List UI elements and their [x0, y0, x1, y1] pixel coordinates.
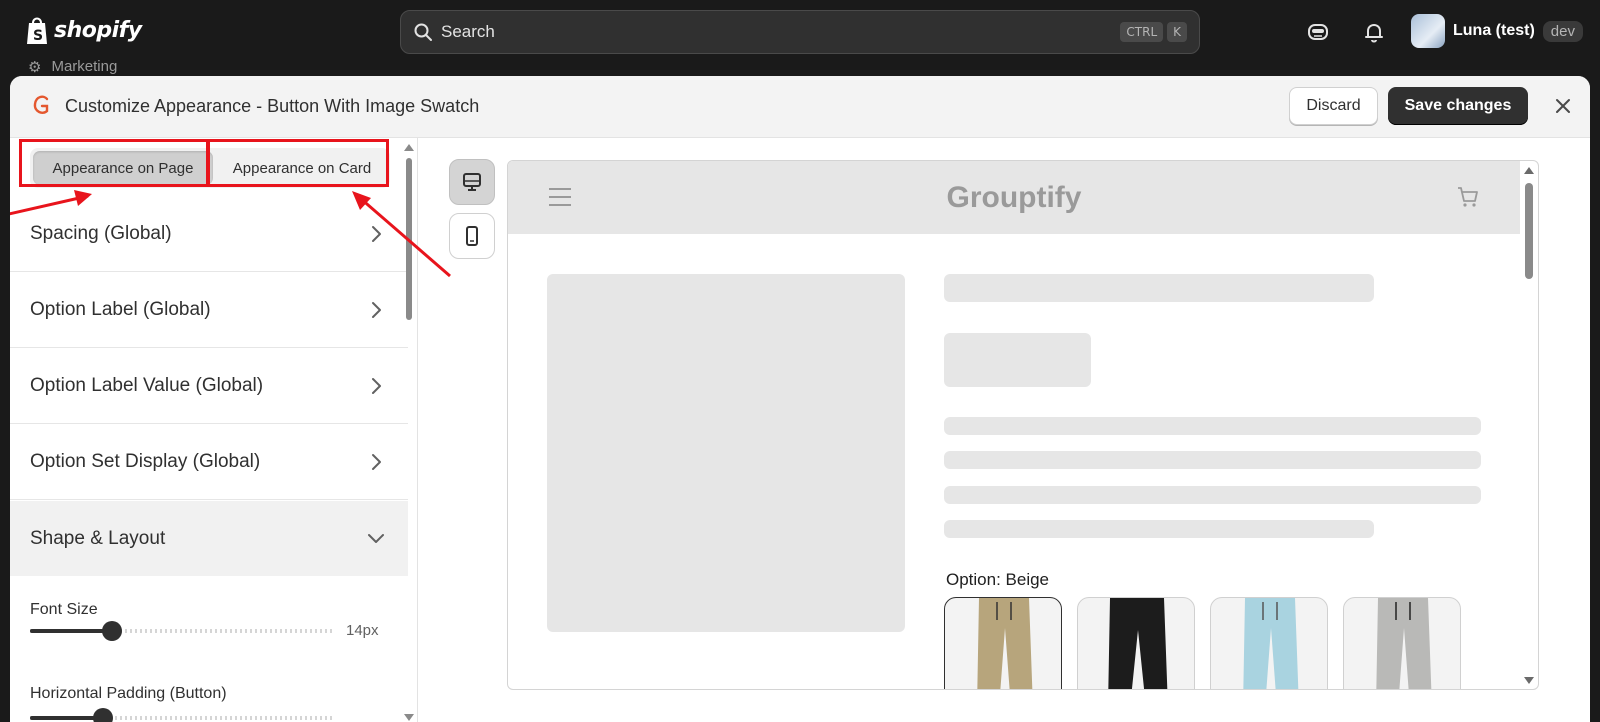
text-placeholder [944, 417, 1481, 435]
product-image-placeholder [547, 274, 905, 632]
close-icon[interactable] [1551, 94, 1575, 118]
store-header: Grouptify [508, 161, 1520, 234]
chevron-right-icon [372, 302, 381, 318]
text-placeholder [944, 486, 1481, 504]
store-preview: Grouptify Option: Beige [507, 160, 1539, 690]
pants-image-grey [1376, 598, 1432, 689]
slider-thumb[interactable] [93, 708, 113, 722]
pants-image-light-blue [1243, 598, 1299, 689]
annotation-arrows [10, 190, 451, 278]
scrollbar-thumb[interactable] [1525, 183, 1533, 279]
svg-text:S: S [33, 28, 43, 44]
top-bar: S shopify Search CTRL K Luna (test) dev [0, 0, 1600, 64]
section-label: Option Set Display (Global) [30, 451, 261, 472]
preview-scrollbar[interactable] [1520, 161, 1538, 689]
shopping-bag-icon: S [27, 17, 47, 44]
background-nav-item: ⚙ Marketing [28, 58, 117, 76]
section-label: Shape & Layout [30, 527, 166, 549]
sidekick-icon[interactable] [1306, 20, 1330, 44]
modal-title: Customize Appearance - Button With Image… [65, 96, 480, 116]
bell-icon[interactable] [1362, 20, 1386, 44]
swatch-grey[interactable] [1343, 597, 1461, 689]
scroll-up-arrow[interactable] [1524, 167, 1534, 174]
shortcut-key-k: K [1167, 22, 1187, 42]
chevron-right-icon [372, 454, 381, 470]
section-option-label-value[interactable]: Option Label Value (Global) [10, 349, 408, 424]
discard-button[interactable]: Discard [1289, 87, 1378, 125]
mobile-view-button[interactable] [449, 213, 495, 259]
desktop-view-button[interactable] [449, 159, 495, 205]
text-placeholder [944, 520, 1374, 538]
shortcut-key-ctrl: CTRL [1120, 22, 1164, 42]
dev-badge: dev [1542, 20, 1583, 42]
modal-header: Customize Appearance - Button With Image… [10, 76, 1590, 138]
section-shape-layout[interactable]: Shape & Layout [10, 501, 408, 576]
slider-fill [30, 629, 112, 633]
section-label: Option Label Value (Global) [30, 375, 264, 396]
desktop-icon [463, 173, 481, 191]
chevron-down-icon [368, 534, 384, 543]
font-size-value: 14px [346, 622, 379, 639]
customize-modal: Customize Appearance - Button With Image… [10, 76, 1590, 722]
avatar [1411, 14, 1445, 48]
section-label: Option Label (Global) [30, 299, 211, 320]
horizontal-padding-label: Horizontal Padding (Button) [30, 685, 227, 702]
cart-icon[interactable] [1456, 185, 1480, 209]
pants-image-black [1108, 598, 1168, 689]
section-option-set-display[interactable]: Option Set Display (Global) [10, 425, 408, 500]
user-name: Luna (test) [1453, 22, 1535, 39]
search-placeholder: Search [441, 22, 495, 41]
pants-image-beige [977, 598, 1033, 689]
font-size-label: Font Size [30, 601, 98, 618]
swatch-light-blue[interactable] [1210, 597, 1328, 689]
scroll-down-arrow[interactable] [404, 714, 414, 721]
text-placeholder [944, 451, 1481, 469]
option-label: Option: Beige [946, 570, 1050, 589]
user-menu[interactable]: Luna (test) dev [1411, 14, 1583, 48]
marketing-icon: ⚙ [28, 59, 42, 76]
chevron-right-icon [372, 378, 381, 394]
app-logo-icon [33, 95, 49, 114]
title-placeholder [944, 274, 1374, 302]
search-input[interactable]: Search CTRL K [400, 10, 1200, 54]
horizontal-padding-slider[interactable] [30, 708, 335, 722]
font-size-slider[interactable] [30, 621, 335, 641]
save-changes-button[interactable]: Save changes [1388, 87, 1528, 125]
swatch-beige[interactable] [944, 597, 1062, 689]
store-name: Grouptify [946, 181, 1082, 214]
scroll-up-arrow[interactable] [404, 144, 414, 151]
search-icon [414, 23, 432, 41]
mobile-icon [466, 226, 478, 246]
price-placeholder [944, 333, 1091, 387]
shopify-logo[interactable]: S shopify [24, 15, 142, 45]
swatch-black[interactable] [1077, 597, 1195, 689]
scroll-down-arrow[interactable] [1524, 677, 1534, 684]
logo-text: shopify [54, 17, 142, 43]
slider-thumb[interactable] [102, 621, 122, 641]
background-nav-label: Marketing [51, 58, 118, 75]
